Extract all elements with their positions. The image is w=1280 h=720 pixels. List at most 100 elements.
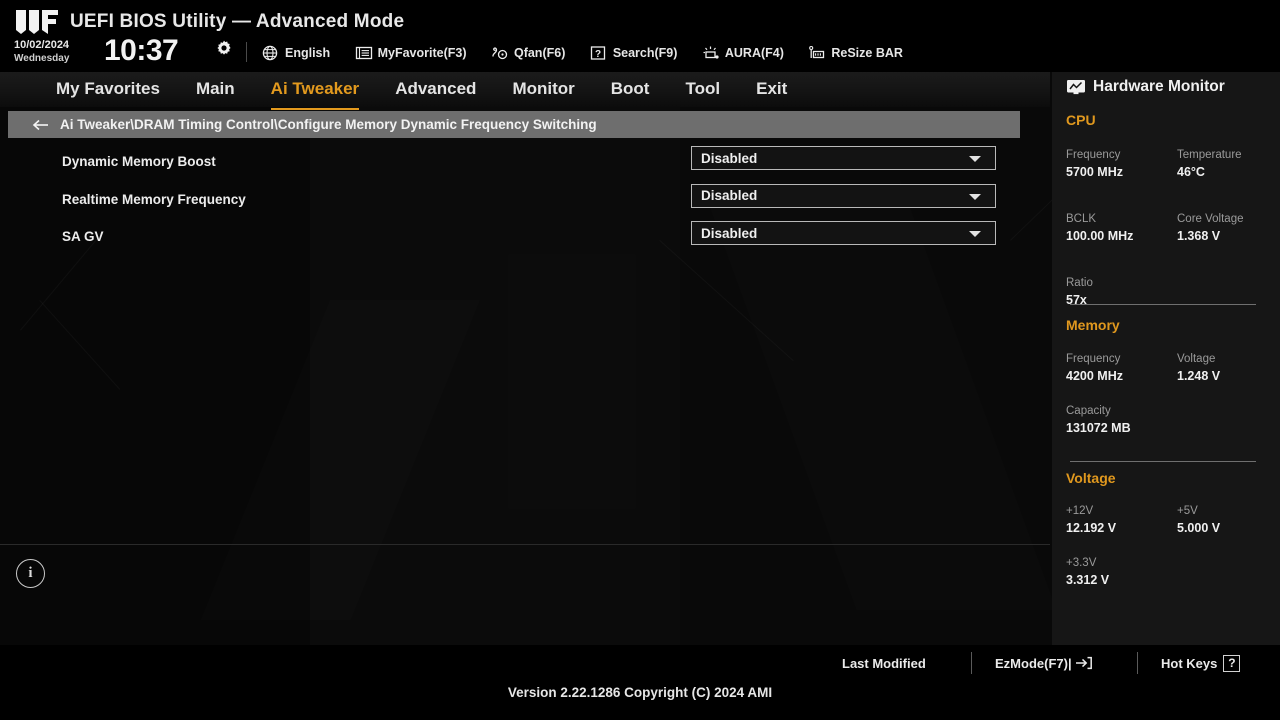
last-modified-button[interactable]: Last Modified <box>842 653 926 673</box>
date-value: 10/02/2024 <box>14 39 70 51</box>
hw-metric-value: 57x <box>1066 293 1087 307</box>
clock-display: 10:37 <box>104 34 179 67</box>
hw-metric-key: Capacity <box>1066 405 1111 417</box>
hw-metric-value: 131072 MB <box>1066 421 1131 435</box>
hw-metric-key: +3.3V <box>1066 557 1097 569</box>
gear-icon[interactable] <box>216 40 232 56</box>
hw-metric-key: Core Voltage <box>1177 213 1244 225</box>
chevron-down-icon[interactable] <box>969 193 981 200</box>
chevron-down-icon[interactable] <box>969 231 981 237</box>
hotkeys-label: Hot Keys <box>1161 655 1218 671</box>
footer-bar: Last Modified EzMode(F7)| Hot Keys ? Ver… <box>0 645 1280 720</box>
ezmode-label: EzMode(F7)| <box>995 655 1072 671</box>
header-tools: English MyFavorite(F3) Qfan(F6) ? Search… <box>262 43 923 63</box>
setting-value: Disabled <box>701 225 758 241</box>
resizebar-icon <box>808 45 826 61</box>
question-mark-icon: ? <box>1223 654 1241 672</box>
hw-metric: Temperature 46°C <box>1177 148 1242 180</box>
hw-metric: Core Voltage 1.368 V <box>1177 212 1244 244</box>
qfan-label: Qfan(F6) <box>513 46 566 60</box>
hw-metric-value: 100.00 MHz <box>1066 229 1134 243</box>
content-divider <box>0 544 1050 545</box>
hw-metric-value: 12.192 V <box>1066 521 1117 535</box>
hw-metric-value: 1.248 V <box>1177 369 1221 383</box>
main-nav: My Favorites Main Ai Tweaker Advanced Monito… <box>0 72 1050 110</box>
header-bar: UEFI BIOS Utility — Advanced Mode 10/02/… <box>0 0 1280 72</box>
aura-icon <box>702 45 720 61</box>
info-icon[interactable]: i <box>16 559 45 588</box>
hw-metric-value: 4200 MHz <box>1066 369 1123 383</box>
arrow-into-bracket-icon <box>1075 656 1093 670</box>
nav-items: My Favorites Main Ai Tweaker Advanced Monito… <box>56 72 823 110</box>
setting-label: SA GV <box>62 229 104 244</box>
hw-metric-key: Frequency <box>1066 149 1121 161</box>
footer-divider-2 <box>1137 652 1138 674</box>
hw-metric: +5V 5.000 V <box>1177 504 1220 536</box>
setting-dropdown[interactable]: Disabled <box>691 146 996 170</box>
monitor-icon <box>1066 79 1086 95</box>
nav-item-my-favorites[interactable]: My Favorites <box>56 72 160 108</box>
nav-item-exit[interactable]: Exit <box>756 72 787 108</box>
nav-item-main[interactable]: Main <box>196 72 235 108</box>
setting-dropdown[interactable]: Disabled <box>691 221 996 245</box>
hw-metric-key: Ratio <box>1066 277 1093 289</box>
ezmode-button[interactable]: EzMode(F7)| <box>995 653 1093 673</box>
hardware-monitor-header: Hardware Monitor <box>1066 78 1225 96</box>
hw-section-title-cpu: CPU <box>1066 112 1096 128</box>
tuf-gaming-logo <box>14 8 60 36</box>
hw-metric-value: 5700 MHz <box>1066 165 1123 179</box>
setting-row: Realtime Memory Frequency Disabled <box>0 181 1050 218</box>
hw-section-title-memory: Memory <box>1066 317 1120 333</box>
back-arrow-icon[interactable] <box>32 118 50 132</box>
hw-metric-value: 1.368 V <box>1177 229 1221 243</box>
hw-metric: Frequency 4200 MHz <box>1066 352 1123 384</box>
hw-metric: BCLK 100.00 MHz <box>1066 212 1133 244</box>
nav-item-advanced[interactable]: Advanced <box>395 72 476 108</box>
myfavorite-label: MyFavorite(F3) <box>377 46 467 60</box>
setting-row: Dynamic Memory Boost Disabled <box>0 143 1050 180</box>
bios-screen: UEFI BIOS Utility — Advanced Mode 10/02/… <box>0 0 1280 720</box>
hw-metric-key: Temperature <box>1177 149 1242 161</box>
hotkeys-button[interactable]: Hot Keys ? <box>1161 653 1241 673</box>
language-button[interactable]: English <box>262 43 330 63</box>
hw-metric-key: +12V <box>1066 505 1094 517</box>
date-display: 10/02/2024 Wednesday <box>14 39 70 65</box>
breadcrumb[interactable]: Ai Tweaker\DRAM Timing Control\Configure… <box>8 111 1020 138</box>
nav-item-boot[interactable]: Boot <box>611 72 650 108</box>
hw-metric: Capacity 131072 MB <box>1066 404 1131 436</box>
last-modified-label: Last Modified <box>842 655 926 671</box>
setting-dropdown[interactable]: Disabled <box>691 183 996 208</box>
hw-metric-key: Voltage <box>1177 353 1216 365</box>
nav-item-ai-tweaker[interactable]: Ai Tweaker <box>270 72 360 110</box>
resizebar-button[interactable]: ReSize BAR <box>808 43 903 63</box>
hardware-monitor-panel: Hardware Monitor CPU Frequency 5700 MHz Tem… <box>1052 72 1280 645</box>
breadcrumb-path: Ai Tweaker\DRAM Timing Control\Configure… <box>60 117 597 132</box>
setting-row: SA GV Disabled <box>0 218 1050 255</box>
hw-metric-value: 3.312 V <box>1066 573 1110 587</box>
nav-item-monitor[interactable]: Monitor <box>512 72 574 108</box>
hw-metric: +3.3V 3.312 V <box>1066 556 1109 588</box>
hw-metric: Voltage 1.248 V <box>1177 352 1220 384</box>
hw-section-divider <box>1070 304 1256 305</box>
info-glyph: i <box>28 565 33 581</box>
nav-item-tool[interactable]: Tool <box>685 72 720 108</box>
hardware-monitor-title: Hardware Monitor <box>1093 78 1225 95</box>
myfavorite-button[interactable]: MyFavorite(F3) <box>355 43 467 63</box>
search-label: Search(F9) <box>612 46 678 60</box>
hw-metric-value: 46°C <box>1177 165 1205 179</box>
settings-panel: Dynamic Memory Boost Disabled Realtime Mem… <box>0 138 1050 645</box>
qfan-button[interactable]: Qfan(F6) <box>491 43 565 63</box>
weekday-value: Wednesday <box>14 53 70 64</box>
setting-value: Disabled <box>701 150 758 166</box>
setting-label: Realtime Memory Frequency <box>62 191 246 207</box>
hw-metric-value: 5.000 V <box>1177 521 1221 535</box>
hw-metric-key: BCLK <box>1066 213 1097 225</box>
aura-button[interactable]: AURA(F4) <box>702 43 784 63</box>
hw-section-divider <box>1070 461 1256 462</box>
search-button[interactable]: ? Search(F9) <box>590 43 678 63</box>
chevron-down-icon[interactable] <box>969 156 981 162</box>
page-title: UEFI BIOS Utility — Advanced Mode <box>70 11 405 32</box>
resizebar-label: ReSize BAR <box>831 46 903 60</box>
globe-icon <box>262 45 280 61</box>
hw-metric: Frequency 5700 MHz <box>1066 148 1123 180</box>
